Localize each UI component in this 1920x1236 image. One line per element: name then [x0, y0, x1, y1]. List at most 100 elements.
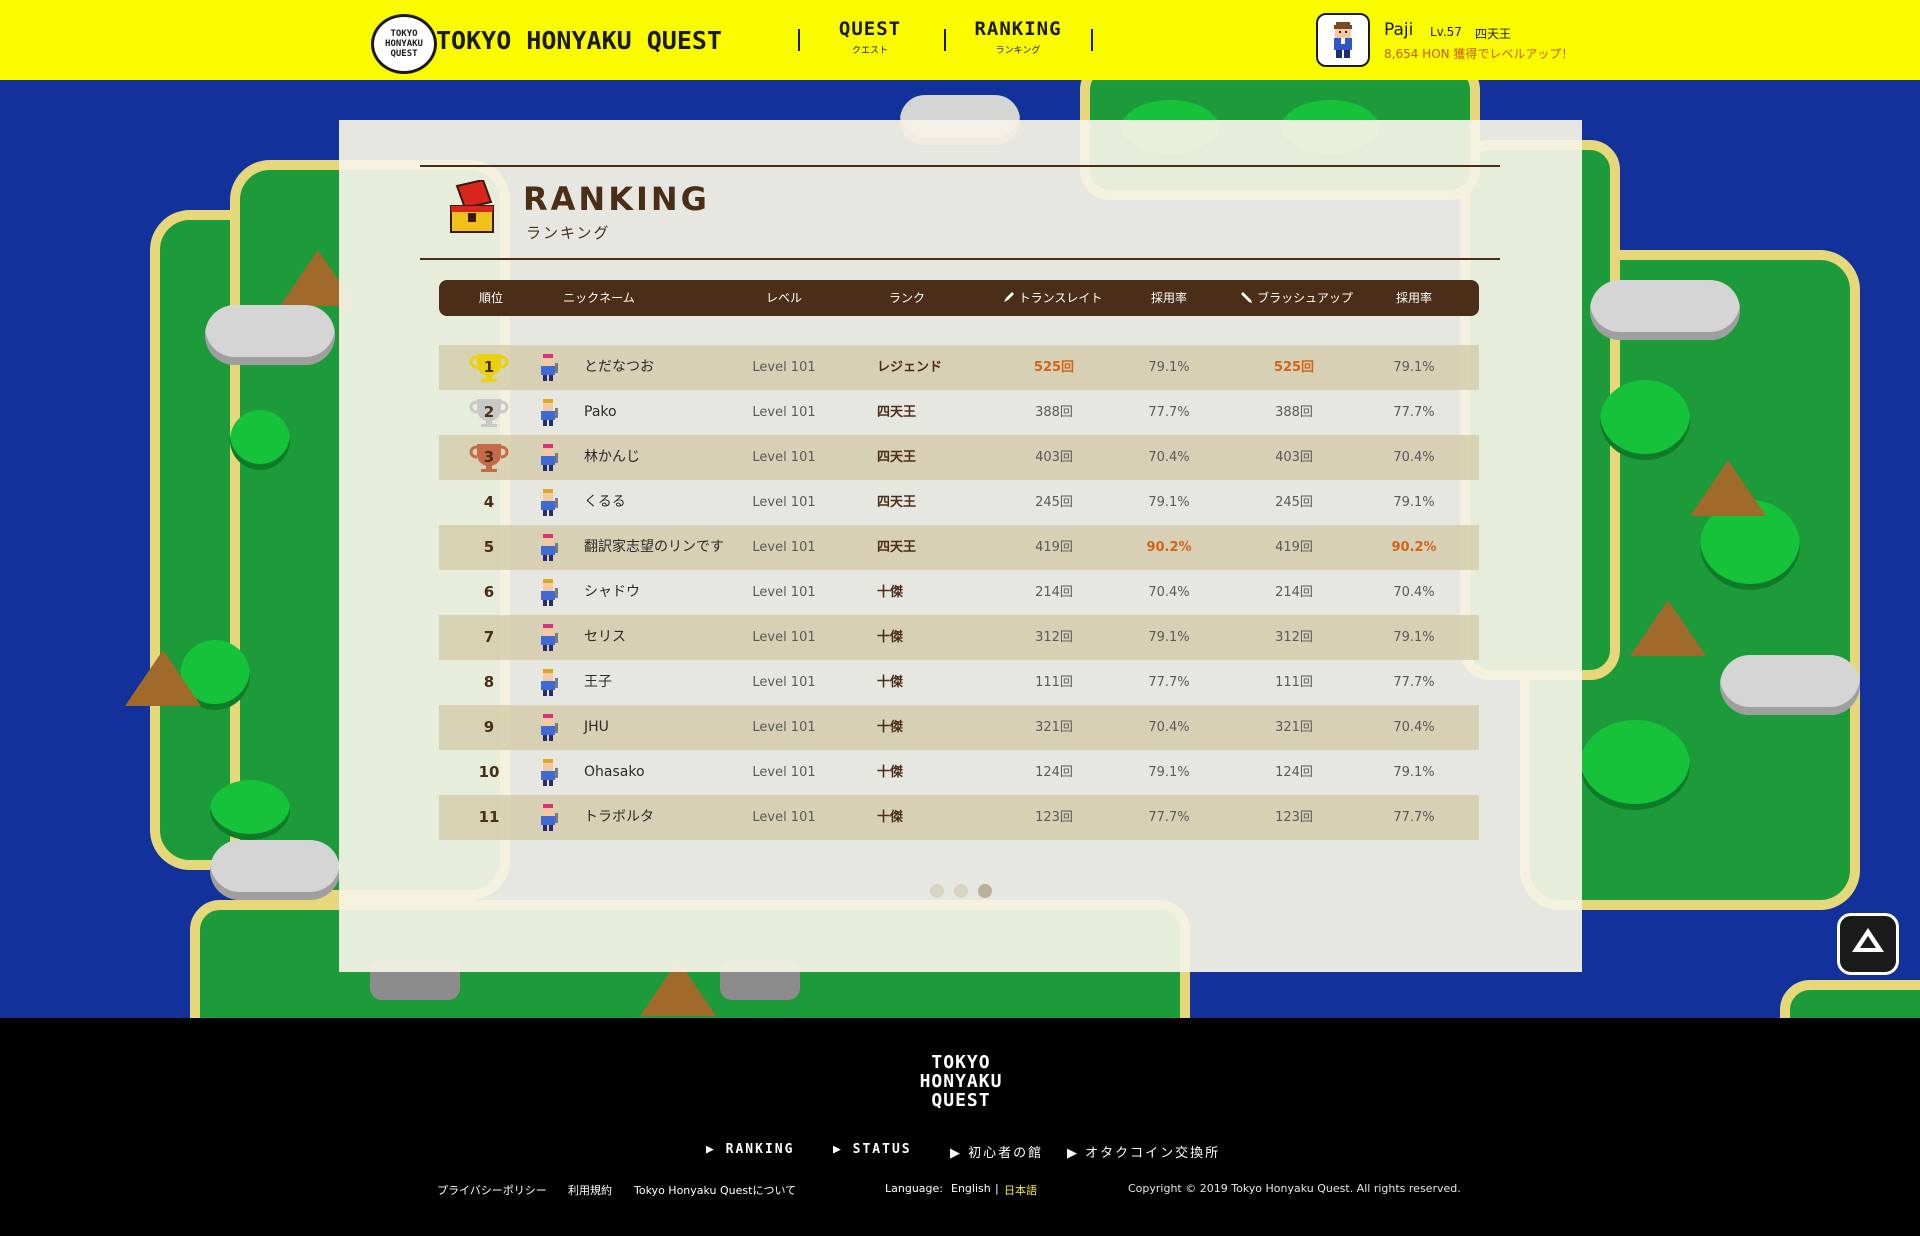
nickname[interactable]: トラボルタ [584, 795, 764, 840]
table-row[interactable]: 11 トラボルタ Level 101 十傑 123回 77.7% 123回 77.7% [439, 795, 1479, 840]
pen-icon [1003, 292, 1014, 302]
level: Level 101 [752, 405, 816, 420]
user-avatar[interactable] [1316, 13, 1370, 67]
translate-rate: 79.1% [1148, 495, 1190, 510]
nickname[interactable]: 林かんじ [584, 435, 764, 480]
level: Level 101 [752, 450, 816, 465]
treasure-chest-icon [447, 178, 497, 236]
player-avatar-icon [535, 570, 561, 615]
player-avatar-icon [535, 750, 561, 795]
brushup-rate: 79.1% [1393, 495, 1435, 510]
page-dot[interactable] [930, 884, 944, 898]
nickname[interactable]: Ohasako [584, 750, 764, 795]
map-forest [210, 780, 290, 840]
brush-icon [1241, 292, 1253, 303]
table-row[interactable]: 3 林かんじ Level 101 四天王 403回 70.4% 403回 70.4% [439, 435, 1479, 480]
translate-count: 124回 [1035, 765, 1073, 780]
pagination-dots [930, 884, 992, 898]
nav-quest-label: QUEST [838, 18, 902, 40]
footer-nav-coin-exchange[interactable]: ▶ オタクコイン交換所 [1067, 1142, 1220, 1161]
page-subtitle: ランキング [526, 224, 611, 242]
language-japanese[interactable]: 日本語 [1004, 1182, 1037, 1198]
table-row[interactable]: 10 Ohasako Level 101 十傑 124回 79.1% 124回 79.1% [439, 750, 1479, 795]
nickname[interactable]: くるる [584, 480, 764, 525]
translate-count: 214回 [1035, 585, 1073, 600]
site-logo-text[interactable]: TOKYO HONYAKU QUEST [436, 26, 722, 55]
ranking-table-header: 順位 ニックネーム レベル ランク トランスレイト 採用率 ブラッシュアップ 採… [439, 280, 1479, 316]
table-row[interactable]: 1 とだなつお Level 101 レジェンド 525回 79.1% 525回 79.1% [439, 345, 1479, 390]
footer-nav-beginners-label: 初心者の館 [968, 1146, 1044, 1161]
footer-nav-status-label: STATUS [852, 1142, 912, 1157]
scroll-to-top-button[interactable] [1837, 913, 1899, 975]
level: Level 101 [752, 675, 816, 690]
footer-link-privacy[interactable]: プライバシーポリシー [437, 1182, 547, 1198]
translate-rate: 77.7% [1148, 675, 1190, 690]
player-avatar-icon [535, 480, 561, 525]
footer-link-terms[interactable]: 利用規約 [568, 1182, 612, 1198]
nav-ranking[interactable]: RANKING ランキング [964, 18, 1072, 56]
player-avatar-icon [535, 390, 561, 435]
avatar-sprite [541, 714, 558, 741]
col-nickname: ニックネーム [563, 291, 635, 305]
footer-nav-status[interactable]: ▶ STATUS [833, 1142, 912, 1157]
map-mountain [1630, 600, 1706, 656]
rank-title: 十傑 [877, 720, 904, 735]
rank-number: 8 [483, 673, 495, 691]
col-brushup-label: ブラッシュアップ [1257, 291, 1353, 305]
col-translate-label: トランスレイト [1018, 291, 1103, 305]
nickname[interactable]: とだなつお [584, 345, 764, 390]
up-arrow-icon [1852, 928, 1884, 952]
table-row[interactable]: 7 セリス Level 101 十傑 312回 79.1% 312回 79.1% [439, 615, 1479, 660]
table-row[interactable]: 4 くるる Level 101 四天王 245回 79.1% 245回 79.1% [439, 480, 1479, 525]
brushup-rate: 90.2% [1391, 540, 1437, 555]
nickname[interactable]: シャドウ [584, 570, 764, 615]
avatar-sprite [541, 354, 558, 381]
footer-nav-coin-exchange-label: オタクコイン交換所 [1085, 1146, 1221, 1161]
player-avatar-icon [535, 435, 561, 480]
nickname[interactable]: JHU [584, 705, 764, 750]
player-avatar-icon [535, 525, 561, 570]
page-dot[interactable] [954, 884, 968, 898]
footer-nav-ranking[interactable]: ▶ RANKING [706, 1142, 794, 1157]
nickname[interactable]: 王子 [584, 660, 764, 705]
nickname[interactable]: セリス [584, 615, 764, 660]
language-separator: | [995, 1182, 999, 1195]
avatar-sprite [541, 489, 558, 516]
col-level: レベル [765, 291, 802, 305]
map-cloud [1590, 280, 1740, 340]
table-row[interactable]: 9 JHU Level 101 十傑 321回 70.4% 321回 70.4% [439, 705, 1479, 750]
col-translate: トランスレイト [987, 280, 1117, 316]
site-header: TOKYO HONYAKU QUEST TOKYO HONYAKU QUEST … [0, 0, 1920, 80]
table-row[interactable]: 2 Pako Level 101 四天王 388回 77.7% 388回 77.7% [439, 390, 1479, 435]
footer-link-about[interactable]: Tokyo Honyaku Questについて [634, 1182, 796, 1198]
nav-quest[interactable]: QUEST クエスト [832, 18, 908, 56]
footer-logo[interactable]: TOKYO HONYAKU QUEST [918, 1042, 1004, 1120]
site-logo-badge[interactable]: TOKYO HONYAKU QUEST [371, 14, 437, 74]
map-forest [1600, 380, 1690, 460]
brushup-rate: 70.4% [1393, 450, 1435, 465]
rank-title: 四天王 [877, 405, 917, 420]
brushup-count: 321回 [1275, 720, 1313, 735]
brushup-count: 245回 [1275, 495, 1313, 510]
rank-number: 10 [478, 763, 500, 781]
rank-title: 十傑 [877, 810, 904, 825]
nickname[interactable]: 翻訳家志望のリンです [584, 525, 764, 570]
translate-count: 525回 [1033, 360, 1075, 375]
site-footer: TOKYO HONYAKU QUEST ▶ RANKING ▶ STATUS ▶… [0, 1018, 1920, 1236]
translate-rate: 77.7% [1148, 405, 1190, 420]
page-dot-active[interactable] [978, 884, 992, 898]
map-cloud [1720, 655, 1860, 715]
map-mountain [125, 650, 201, 706]
rank-title: 十傑 [877, 675, 904, 690]
rank-number: 6 [483, 583, 495, 601]
brushup-count: 214回 [1275, 585, 1313, 600]
nickname[interactable]: Pako [584, 390, 764, 435]
table-row[interactable]: 5 翻訳家志望のリンです Level 101 四天王 419回 90.2% 419回 90.2… [439, 525, 1479, 570]
footer-nav-beginners[interactable]: ▶ 初心者の館 [950, 1142, 1043, 1161]
language-english[interactable]: English [951, 1182, 991, 1195]
language-label: Language: [885, 1182, 943, 1195]
map-cloud [210, 840, 340, 900]
table-row[interactable]: 8 王子 Level 101 十傑 111回 77.7% 111回 77.7% [439, 660, 1479, 705]
page-title: RANKING [523, 180, 710, 218]
table-row[interactable]: 6 シャドウ Level 101 十傑 214回 70.4% 214回 70.4% [439, 570, 1479, 615]
